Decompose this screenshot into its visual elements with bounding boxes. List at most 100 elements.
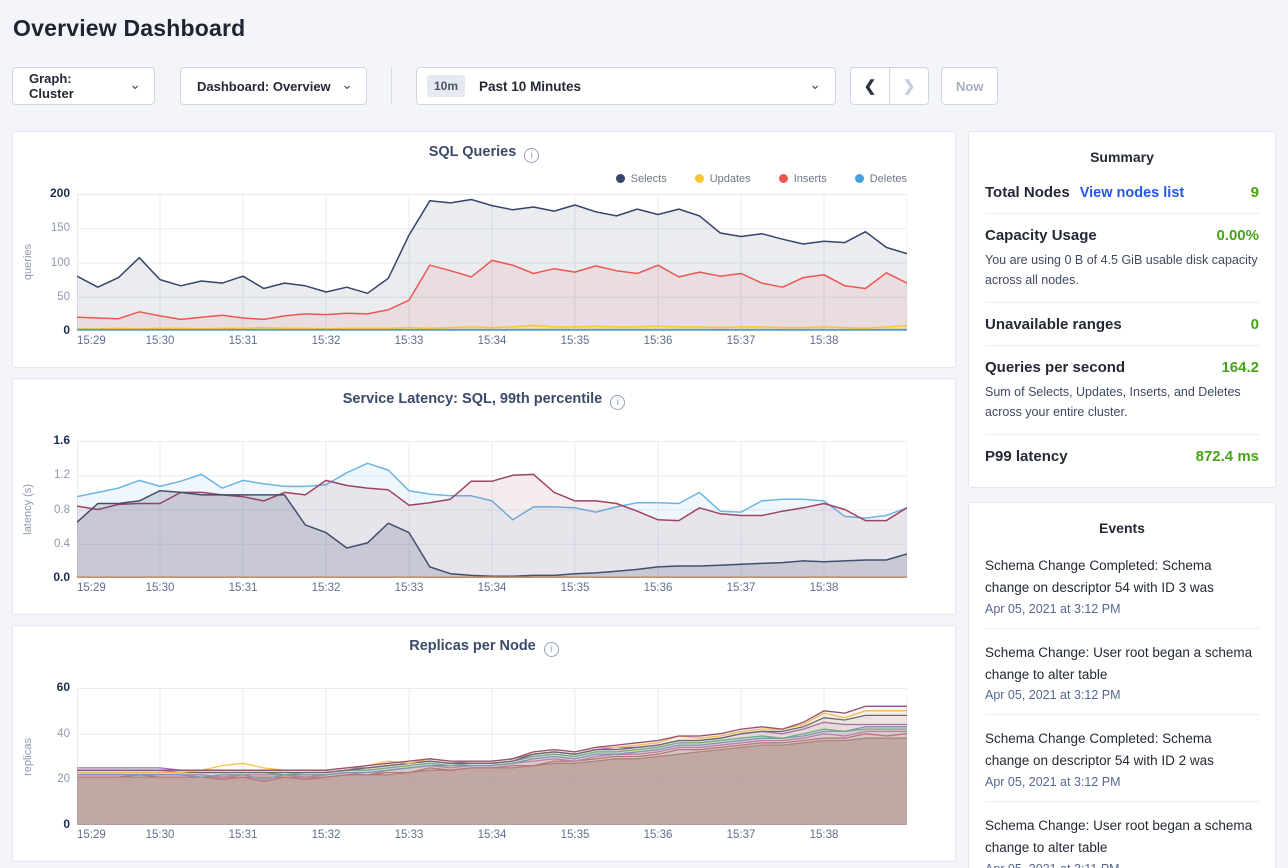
info-icon[interactable]: i	[524, 148, 539, 163]
chevron-down-icon: ⌄	[129, 77, 141, 91]
chart-title: Service Latency: SQL, 99th percentile	[343, 391, 603, 407]
chart-plot[interactable]	[77, 194, 907, 331]
legend-item: Selects	[616, 171, 667, 186]
view-nodes-list-link[interactable]: View nodes list	[1080, 185, 1185, 201]
summary-label: Capacity Usage	[985, 227, 1097, 244]
dashboard-dropdown[interactable]: Dashboard: Overview ⌄	[180, 67, 367, 105]
x-tick-label: 15:34	[478, 829, 507, 841]
event-timestamp: Apr 05, 2021 at 3:12 PM	[985, 688, 1259, 702]
time-range-badge: 10m	[427, 75, 465, 97]
event-item: Schema Change: User root began a schema …	[985, 802, 1259, 868]
x-tick-label: 15:31	[229, 829, 258, 841]
x-tick-label: 15:30	[146, 335, 175, 347]
x-tick-label: 15:35	[561, 335, 590, 347]
service-latency-chart-card: Service Latency: SQL, 99th percentile i l…	[12, 378, 956, 615]
event-timestamp: Apr 05, 2021 at 3:12 PM	[985, 602, 1259, 616]
event-item: Schema Change: User root began a schema …	[985, 629, 1259, 716]
x-tick-label: 15:30	[146, 582, 175, 594]
now-button[interactable]: Now	[941, 67, 998, 105]
y-tick-label: 0	[63, 323, 70, 337]
chart-plot[interactable]	[77, 441, 907, 578]
legend-item: Deletes	[855, 171, 907, 186]
prev-time-button[interactable]: ❮	[850, 67, 890, 105]
y-tick-label: 0.0	[53, 570, 70, 584]
x-tick-label: 15:37	[727, 829, 756, 841]
x-tick-label: 15:38	[810, 582, 839, 594]
x-tick-label: 15:29	[77, 335, 106, 347]
x-tick-label: 15:35	[561, 829, 590, 841]
y-tick-label: 1.2	[54, 469, 70, 481]
y-tick-label: 1.6	[53, 433, 70, 447]
x-tick-label: 15:38	[810, 335, 839, 347]
y-tick-label: 0.8	[54, 504, 70, 516]
x-tick-label: 15:36	[644, 829, 673, 841]
time-range-label: Past 10 Minutes	[479, 79, 581, 94]
event-item: Schema Change Completed: Schema change o…	[985, 542, 1259, 629]
summary-label: Queries per second	[985, 359, 1125, 376]
x-tick-label: 15:34	[478, 335, 507, 347]
summary-value: 0	[1251, 316, 1259, 333]
next-time-button[interactable]: ❯	[889, 67, 929, 105]
legend-dot-icon	[695, 174, 704, 183]
info-icon[interactable]: i	[610, 395, 625, 410]
summary-row-unavailable-ranges: Unavailable ranges 0	[985, 303, 1259, 346]
legend-label: Inserts	[794, 173, 827, 185]
x-tick-label: 15:37	[727, 582, 756, 594]
replicas-per-node-chart-card: Replicas per Nodei replicas 0204060 15:2…	[12, 625, 956, 862]
y-axis-ticks: 0.00.40.81.21.6	[43, 441, 77, 578]
time-nav-arrows: ❮ ❯	[850, 67, 929, 105]
summary-description: You are using 0 B of 4.5 GiB usable disk…	[985, 250, 1259, 290]
legend-label: Selects	[631, 173, 667, 185]
summary-value: 164.2	[1221, 359, 1259, 376]
charts-column: SQL Queries i Selects Updates Inserts Del…	[12, 131, 956, 868]
legend-dot-icon	[779, 174, 788, 183]
y-axis-ticks: 050100150200	[43, 194, 77, 331]
chart-plot[interactable]	[77, 688, 907, 825]
y-tick-label: 40	[57, 728, 70, 740]
y-axis-label: latency (s)	[22, 484, 34, 535]
page-title: Overview Dashboard	[0, 0, 1288, 42]
x-tick-label: 15:34	[478, 582, 507, 594]
chart-title: SQL Queries	[429, 144, 517, 160]
x-tick-label: 15:37	[727, 335, 756, 347]
graph-dropdown[interactable]: Graph: Cluster ⌄	[12, 67, 155, 105]
summary-value: 0.00%	[1216, 227, 1259, 244]
event-text: Schema Change Completed: Schema change o…	[985, 728, 1259, 772]
dashboard-dropdown-label: Dashboard: Overview	[197, 79, 331, 94]
x-tick-label: 15:35	[561, 582, 590, 594]
x-tick-label: 15:33	[395, 335, 424, 347]
y-axis-ticks: 0204060	[43, 688, 77, 825]
info-icon[interactable]: i	[544, 642, 559, 657]
summary-label: P99 latency	[985, 448, 1068, 465]
summary-value: 872.4 ms	[1196, 448, 1259, 465]
event-item: Schema Change Completed: Schema change o…	[985, 715, 1259, 802]
x-tick-label: 15:32	[312, 582, 341, 594]
x-tick-label: 15:31	[229, 582, 258, 594]
summary-description: Sum of Selects, Updates, Inserts, and De…	[985, 382, 1259, 422]
chevron-down-icon: ⌄	[809, 77, 821, 91]
event-timestamp: Apr 05, 2021 at 3:12 PM	[985, 775, 1259, 789]
main-content: SQL Queries i Selects Updates Inserts Del…	[12, 131, 1276, 868]
y-tick-label: 0	[63, 817, 70, 831]
x-tick-label: 15:29	[77, 829, 106, 841]
summary-row-total-nodes: Total Nodes View nodes list 9	[985, 171, 1259, 214]
chevron-down-icon: ⌄	[341, 77, 353, 91]
side-column: Summary Total Nodes View nodes list 9 Ca…	[968, 131, 1276, 868]
y-axis-label: queries	[22, 244, 34, 280]
x-axis-ticks: 15:2915:3015:3115:3215:3315:3415:3515:36…	[77, 582, 907, 598]
legend-label: Deletes	[870, 173, 907, 185]
events-title: Events	[985, 518, 1259, 542]
x-tick-label: 15:36	[644, 582, 673, 594]
legend-dot-icon	[855, 174, 864, 183]
event-text: Schema Change Completed: Schema change o…	[985, 555, 1259, 599]
event-text: Schema Change: User root began a schema …	[985, 815, 1259, 859]
sql-queries-chart-card: SQL Queries i Selects Updates Inserts Del…	[12, 131, 956, 368]
legend-item: Updates	[695, 171, 751, 186]
y-tick-label: 20	[57, 773, 70, 785]
time-range-dropdown[interactable]: 10m Past 10 Minutes ⌄	[416, 67, 836, 105]
summary-row-capacity: Capacity Usage 0.00% You are using 0 B o…	[985, 214, 1259, 303]
summary-row-p99-latency: P99 latency 872.4 ms	[985, 435, 1259, 477]
y-tick-label: 60	[57, 680, 70, 694]
toolbar-divider	[391, 67, 392, 105]
legend-label: Updates	[710, 173, 751, 185]
